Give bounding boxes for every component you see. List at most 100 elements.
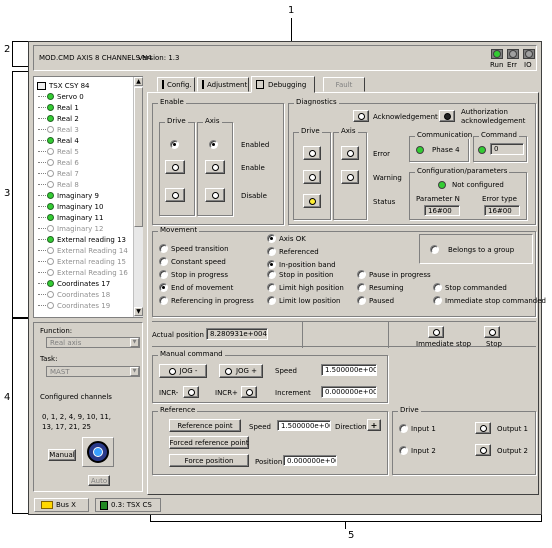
channel-label: External Reading 16 — [57, 268, 128, 277]
channel-tree[interactable]: TSX CSY 84 Servo 0 Real 1 Real 2 Real 3 Real… — [33, 76, 143, 318]
scroll-thumb[interactable] — [134, 87, 143, 227]
io-led — [523, 49, 535, 59]
tab-bar: Config. Adjustment Debugging Fault — [147, 76, 539, 93]
output2-button[interactable] — [475, 444, 491, 456]
phase-value: Phase 4 — [432, 146, 460, 154]
channel-item[interactable]: Real 5 — [38, 146, 79, 157]
jog-minus-button[interactable]: JOG - — [159, 364, 207, 378]
channel-status-icon — [47, 137, 54, 144]
channel-item[interactable]: Real 8 — [38, 179, 79, 190]
channel-item[interactable]: Imaginary 9 — [38, 190, 99, 201]
configured-channels-line1: 0, 1, 2, 4, 9, 10, 11, — [42, 413, 112, 421]
tab-tsx-cs[interactable]: 0.3: TSX CS — [95, 498, 161, 512]
drive-io-title: Drive — [398, 406, 421, 414]
channel-item[interactable]: External Reading 16 — [38, 267, 128, 278]
ref-speed-label: Speed — [249, 423, 271, 431]
disable-label: Disable — [241, 192, 267, 200]
tab-fault[interactable]: Fault — [323, 77, 365, 92]
input2-label: Input 2 — [411, 447, 436, 455]
speed-label: Speed — [275, 367, 297, 375]
reference-speed-input[interactable]: 1.500000e+003 — [277, 420, 331, 431]
channel-status-icon — [47, 159, 54, 166]
incr-plus-button[interactable] — [241, 386, 257, 398]
channel-label: Real 8 — [57, 180, 79, 189]
increment-label: Increment — [275, 389, 311, 397]
channel-item[interactable]: External reading 13 — [38, 234, 126, 245]
channel-item[interactable]: Real 7 — [38, 168, 79, 179]
belongs-group-panel: Belongs to a group — [419, 234, 533, 264]
channel-label: External reading 13 — [57, 235, 126, 244]
channel-label: Coordinates 19 — [57, 301, 111, 310]
jog-plus-button[interactable]: JOG + — [219, 364, 263, 378]
immediate-stop-button[interactable] — [428, 326, 444, 338]
movement-label: Stop in progress — [171, 271, 228, 279]
drive-io-group: Drive Input 1 Output 1 Input 2 Output 2 — [392, 406, 536, 475]
axis-enable-button[interactable] — [205, 160, 225, 174]
task-select[interactable]: MAST ▼ — [46, 366, 140, 377]
channel-item[interactable]: Coordinates 19 — [38, 300, 110, 311]
channel-item[interactable]: Imaginary 10 — [38, 201, 103, 212]
manual-speed-input[interactable]: 1.500000e+003 — [321, 364, 377, 376]
channel-label: Imaginary 11 — [57, 213, 104, 222]
direction-plus-button[interactable]: + — [367, 419, 381, 431]
reference-point-button[interactable]: Reference point — [169, 419, 241, 432]
drive-status-indicator — [303, 194, 321, 208]
authorization-ack-label: acknowledgement — [461, 117, 526, 125]
channel-item[interactable]: External reading 15 — [38, 256, 126, 267]
movement-indicator — [159, 257, 168, 266]
force-position-button[interactable]: Force position — [169, 454, 249, 467]
movement-indicator — [267, 296, 276, 305]
callout-1: 1 — [288, 5, 295, 16]
channel-label: Real 2 — [57, 114, 79, 123]
reference-position-input[interactable]: 0.000000e+000 — [283, 455, 337, 466]
drive-error-indicator — [303, 146, 321, 160]
channel-item[interactable]: Real 6 — [38, 157, 79, 168]
drive-enable-button[interactable] — [165, 160, 185, 174]
forced-reference-point-button[interactable]: Forced reference point — [169, 436, 249, 449]
tab-config[interactable]: Config. — [157, 77, 195, 92]
channel-item[interactable]: Coordinates 18 — [38, 289, 110, 300]
incr-minus-button[interactable] — [183, 386, 199, 398]
authorization-button[interactable] — [439, 110, 455, 122]
channel-item[interactable]: Real 2 — [38, 113, 79, 124]
axis-disable-button[interactable] — [205, 188, 225, 202]
movement-label: Stop commanded — [445, 284, 507, 292]
increment-input[interactable]: 0.000000e+000 — [321, 386, 377, 398]
channel-item[interactable]: Servo 0 — [38, 91, 84, 102]
function-select[interactable]: Real axis ▼ — [46, 337, 140, 348]
tree-root[interactable]: TSX CSY 84 — [37, 80, 89, 91]
tree-scrollbar[interactable]: ▲ ▼ — [133, 77, 143, 317]
channel-item[interactable]: Real 3 — [38, 124, 79, 135]
callout-4: 4 — [4, 392, 11, 403]
module-icon — [37, 81, 46, 90]
chevron-down-icon[interactable]: ▼ — [130, 367, 139, 376]
channel-label: Imaginary 12 — [57, 224, 104, 233]
output1-button[interactable] — [475, 422, 491, 434]
channel-item[interactable]: Imaginary 12 — [38, 223, 103, 234]
auto-button[interactable]: Auto — [88, 475, 110, 486]
debugging-panel: Enable Drive Axis Enabled Enable Disable… — [147, 92, 546, 495]
manual-button[interactable]: Manual — [48, 449, 76, 461]
chevron-down-icon[interactable]: ▼ — [130, 338, 139, 347]
acknowledgement-button[interactable] — [353, 110, 369, 122]
enabled-label: Enabled — [241, 141, 270, 149]
channel-item[interactable]: Real 4 — [38, 135, 79, 146]
tab-debugging[interactable]: Debugging — [251, 76, 315, 93]
tab-bus-x[interactable]: Bus X — [34, 498, 89, 512]
tab-adjustment[interactable]: Adjustment — [197, 77, 249, 92]
stop-button[interactable] — [484, 326, 500, 338]
axis-enabled-indicator — [209, 140, 218, 149]
drive-disable-button[interactable] — [165, 188, 185, 202]
movement-label: Constant speed — [171, 258, 226, 266]
scroll-down-arrow[interactable]: ▼ — [134, 307, 143, 316]
movement-indicator — [159, 296, 168, 305]
channel-item[interactable]: Coordinates 17 — [38, 278, 110, 289]
channel-item[interactable]: External Reading 14 — [38, 245, 128, 256]
channel-label: Coordinates 17 — [57, 279, 111, 288]
command-value: 0 — [490, 143, 524, 155]
channel-item[interactable]: Imaginary 11 — [38, 212, 103, 223]
mode-dial[interactable] — [82, 437, 114, 467]
channel-item[interactable]: Real 1 — [38, 102, 79, 113]
callout-5: 5 — [348, 530, 355, 541]
scroll-up-arrow[interactable]: ▲ — [134, 77, 143, 86]
